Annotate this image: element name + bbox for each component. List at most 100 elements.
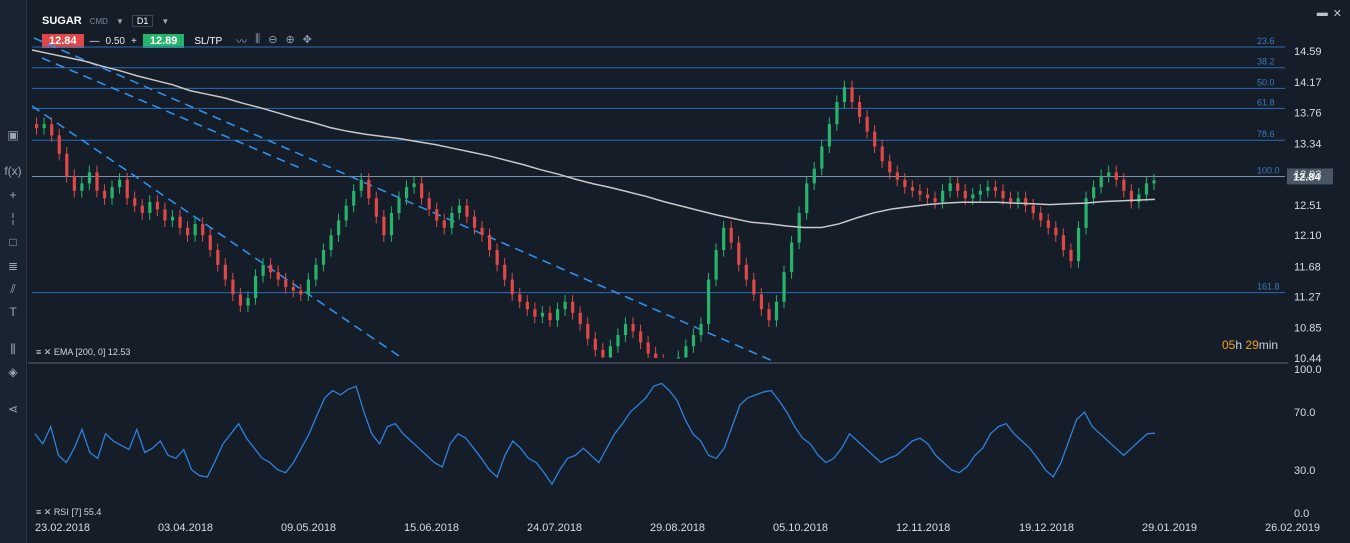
- trend-line[interactable]: [41, 57, 301, 169]
- candle-body[interactable]: [208, 235, 212, 250]
- candle-body[interactable]: [1107, 172, 1111, 177]
- candle-body[interactable]: [253, 275, 258, 299]
- candle-body[interactable]: [1008, 198, 1013, 202]
- candle-body[interactable]: [306, 279, 311, 295]
- candle-body[interactable]: [842, 87, 847, 103]
- candle-body[interactable]: [337, 220, 341, 236]
- candle-body[interactable]: [918, 190, 922, 195]
- candle-body[interactable]: [261, 264, 265, 276]
- candle-body[interactable]: [435, 209, 439, 221]
- candle-body[interactable]: [42, 124, 46, 128]
- candle-body[interactable]: [102, 190, 107, 199]
- candle-body[interactable]: [231, 279, 235, 295]
- candle-body[interactable]: [321, 249, 326, 265]
- candle-body[interactable]: [525, 301, 529, 310]
- candle-body[interactable]: [1046, 220, 1050, 228]
- candle-body[interactable]: [155, 201, 160, 210]
- candle-body[interactable]: [201, 224, 205, 236]
- candle-body[interactable]: [706, 279, 711, 324]
- candle-body[interactable]: [87, 172, 92, 184]
- candle-body[interactable]: [518, 294, 522, 302]
- menu-icon[interactable]: ≡ ✕: [36, 507, 51, 517]
- trend-line[interactable]: [33, 37, 776, 363]
- candle-body[interactable]: [857, 102, 862, 117]
- candle-body[interactable]: [276, 272, 280, 280]
- candle-body[interactable]: [35, 124, 39, 128]
- candle-body[interactable]: [805, 183, 809, 214]
- candle-body[interactable]: [238, 294, 243, 306]
- candle-body[interactable]: [835, 102, 839, 125]
- candle-body[interactable]: [865, 116, 869, 132]
- candle-body[interactable]: [299, 290, 303, 295]
- candle-body[interactable]: [827, 124, 831, 147]
- candle-body[interactable]: [133, 198, 137, 206]
- candle-body[interactable]: [623, 323, 628, 336]
- candle-body[interactable]: [382, 216, 386, 236]
- candle-body[interactable]: [986, 187, 990, 191]
- candle-body[interactable]: [359, 179, 363, 191]
- candle-body[interactable]: [993, 187, 998, 191]
- candle-body[interactable]: [367, 179, 371, 199]
- candle-body[interactable]: [404, 187, 409, 199]
- candle-body[interactable]: [1016, 198, 1020, 202]
- candle-body[interactable]: [790, 242, 794, 273]
- candle-body[interactable]: [956, 183, 960, 191]
- candle-body[interactable]: [971, 194, 975, 199]
- candle-body[interactable]: [684, 346, 688, 358]
- candle-body[interactable]: [140, 205, 144, 214]
- candle-body[interactable]: [110, 187, 114, 199]
- candle-body[interactable]: [850, 87, 854, 103]
- candle-body[interactable]: [510, 279, 514, 295]
- candle-body[interactable]: [329, 235, 333, 250]
- candle-body[interactable]: [555, 309, 560, 321]
- candle-body[interactable]: [284, 279, 288, 287]
- candle-body[interactable]: [676, 357, 680, 359]
- candle-body[interactable]: [571, 301, 575, 313]
- candle-body[interactable]: [480, 227, 484, 236]
- candle-body[interactable]: [80, 183, 84, 191]
- candle-body[interactable]: [488, 235, 492, 250]
- candle-body[interactable]: [910, 187, 915, 191]
- candle-body[interactable]: [744, 264, 748, 280]
- trend-line[interactable]: [31, 105, 403, 359]
- candle-body[interactable]: [586, 323, 590, 339]
- candle-body[interactable]: [465, 205, 469, 217]
- candle-body[interactable]: [72, 176, 76, 191]
- candle-body[interactable]: [1024, 198, 1028, 206]
- candle-body[interactable]: [948, 183, 952, 191]
- candle-body[interactable]: [472, 216, 477, 228]
- candle-body[interactable]: [1076, 227, 1081, 262]
- candle-body[interactable]: [216, 249, 220, 265]
- candle-body[interactable]: [457, 205, 462, 214]
- candle-body[interactable]: [1122, 179, 1126, 191]
- candle-body[interactable]: [699, 323, 703, 336]
- candle-body[interactable]: [941, 190, 945, 202]
- candle-body[interactable]: [608, 346, 613, 358]
- candle-body[interactable]: [737, 242, 741, 265]
- candle-body[interactable]: [691, 335, 696, 347]
- candle-body[interactable]: [752, 279, 756, 295]
- candle-body[interactable]: [812, 168, 816, 184]
- candle-body[interactable]: [1092, 187, 1096, 199]
- candle-body[interactable]: [880, 146, 884, 162]
- candle-body[interactable]: [427, 198, 431, 210]
- candle-body[interactable]: [1054, 227, 1058, 236]
- candle-body[interactable]: [722, 227, 726, 250]
- candle-body[interactable]: [50, 124, 54, 136]
- ema-label[interactable]: ≡ ✕ EMA [200, 0] 12.53: [36, 347, 130, 358]
- candle-body[interactable]: [186, 227, 190, 236]
- candle-body[interactable]: [729, 227, 733, 243]
- candle-body[interactable]: [412, 183, 416, 188]
- candle-body[interactable]: [148, 201, 152, 214]
- candle-body[interactable]: [895, 172, 899, 180]
- candle-body[interactable]: [1099, 176, 1103, 188]
- candle-body[interactable]: [118, 179, 122, 188]
- candle-body[interactable]: [616, 335, 620, 347]
- candle-body[interactable]: [759, 294, 764, 310]
- candle-body[interactable]: [533, 309, 537, 317]
- price-chart[interactable]: 23.638.250.061.878.6100.0161.812.84 14.5…: [0, 0, 1350, 543]
- candle-body[interactable]: [925, 194, 930, 199]
- candle-body[interactable]: [223, 264, 227, 280]
- candle-body[interactable]: [548, 312, 552, 321]
- candle-body[interactable]: [1144, 183, 1149, 195]
